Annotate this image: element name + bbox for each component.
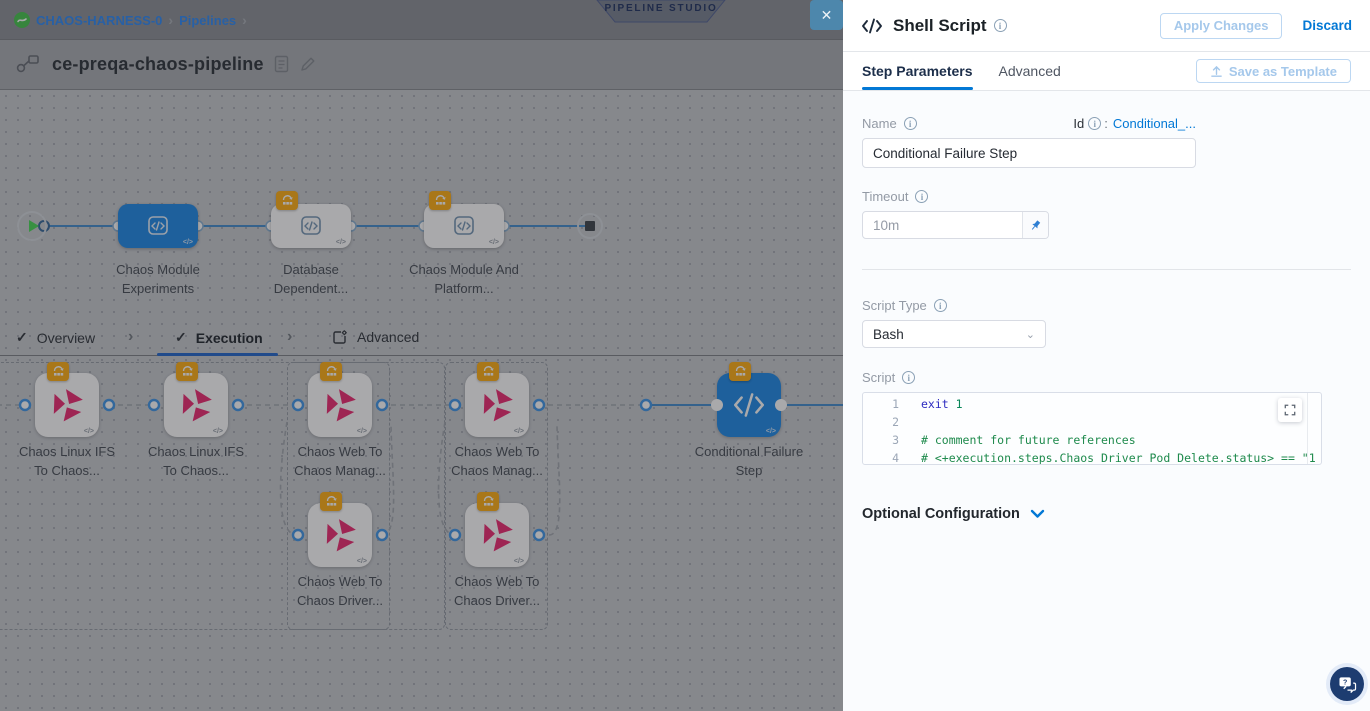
code-line: 2 [863, 413, 1321, 431]
save-as-template-label: Save as Template [1229, 64, 1337, 79]
info-icon[interactable] [904, 117, 917, 130]
tab-advanced-panel[interactable]: Advanced [999, 52, 1061, 90]
save-as-template-button[interactable]: Save as Template [1196, 59, 1351, 83]
line-number: 4 [863, 449, 899, 465]
script-type-value: Bash [873, 327, 904, 342]
script-label-text: Script [862, 370, 895, 385]
script-label: Script [862, 370, 1358, 385]
dim-overlay [0, 0, 843, 711]
name-label: Name [862, 116, 917, 131]
line-number: 2 [863, 413, 899, 431]
timeout-input[interactable] [862, 211, 1049, 239]
line-number: 3 [863, 431, 899, 449]
panel-tabs: Step Parameters Advanced Save as Templat… [843, 52, 1370, 91]
help-chat-button[interactable]: ? [1330, 667, 1364, 701]
timeout-label: Timeout [862, 189, 1358, 204]
expand-editor-button[interactable] [1278, 398, 1302, 422]
script-type-label-text: Script Type [862, 298, 927, 313]
close-panel-button[interactable] [810, 0, 843, 30]
code-token: # comment for future references [921, 431, 1136, 449]
fullscreen-icon [1284, 404, 1296, 416]
step-parameters-form: Name Id : Conditional_... Timeout [843, 91, 1370, 711]
discard-button[interactable]: Discard [1302, 18, 1352, 33]
code-token: # <+execution.steps.Chaos_Driver_Pod_Del… [921, 449, 1316, 465]
code-token: exit [921, 397, 949, 411]
fixed-value-pin-button[interactable] [1022, 212, 1048, 238]
apply-changes-button[interactable]: Apply Changes [1160, 13, 1283, 39]
info-icon[interactable] [1088, 117, 1101, 130]
panel-title: Shell Script [893, 16, 987, 36]
info-icon[interactable] [934, 299, 947, 312]
script-type-select[interactable]: Bash ⌄ [862, 320, 1046, 348]
pin-icon [1029, 219, 1042, 232]
info-icon[interactable] [994, 19, 1007, 32]
section-divider [862, 269, 1351, 270]
chevron-down-icon: ⌄ [1026, 328, 1035, 341]
timeout-label-text: Timeout [862, 189, 908, 204]
code-line: 3 # comment for future references [863, 431, 1321, 449]
svg-text:?: ? [1342, 678, 1346, 686]
tab-step-parameters[interactable]: Step Parameters [862, 52, 973, 90]
chat-question-icon: ? [1338, 676, 1357, 693]
editor-scrollbar[interactable] [1307, 393, 1308, 464]
chevron-down-icon [1030, 509, 1045, 519]
panel-header: Shell Script Apply Changes Discard [843, 0, 1370, 52]
shell-script-icon [861, 18, 883, 34]
script-type-label: Script Type [862, 298, 1358, 313]
script-code-editor[interactable]: 1 exit 1 2 3 # comment for future refere… [862, 392, 1322, 465]
info-icon[interactable] [915, 190, 928, 203]
code-line: 4 # <+execution.steps.Chaos_Driver_Pod_D… [863, 449, 1321, 465]
info-icon[interactable] [902, 371, 915, 384]
name-label-text: Name [862, 116, 897, 131]
name-input[interactable] [862, 138, 1196, 168]
id-label: Id [1073, 116, 1084, 131]
optional-configuration-toggle[interactable]: Optional Configuration [862, 506, 1358, 522]
step-id: Id : Conditional_... [1073, 116, 1196, 131]
upload-icon [1210, 65, 1223, 78]
optional-configuration-label: Optional Configuration [862, 506, 1020, 522]
line-number: 1 [863, 395, 899, 413]
code-line: 1 exit 1 [863, 395, 1321, 413]
pipeline-studio-screen: CHAOS-HARNESS-0 › Pipelines › PIPELINE S… [0, 0, 1370, 711]
id-separator: : [1104, 116, 1108, 131]
code-token: 1 [949, 397, 963, 411]
id-value-link[interactable]: Conditional_... [1113, 116, 1196, 131]
step-config-panel: Shell Script Apply Changes Discard Step … [843, 0, 1370, 711]
